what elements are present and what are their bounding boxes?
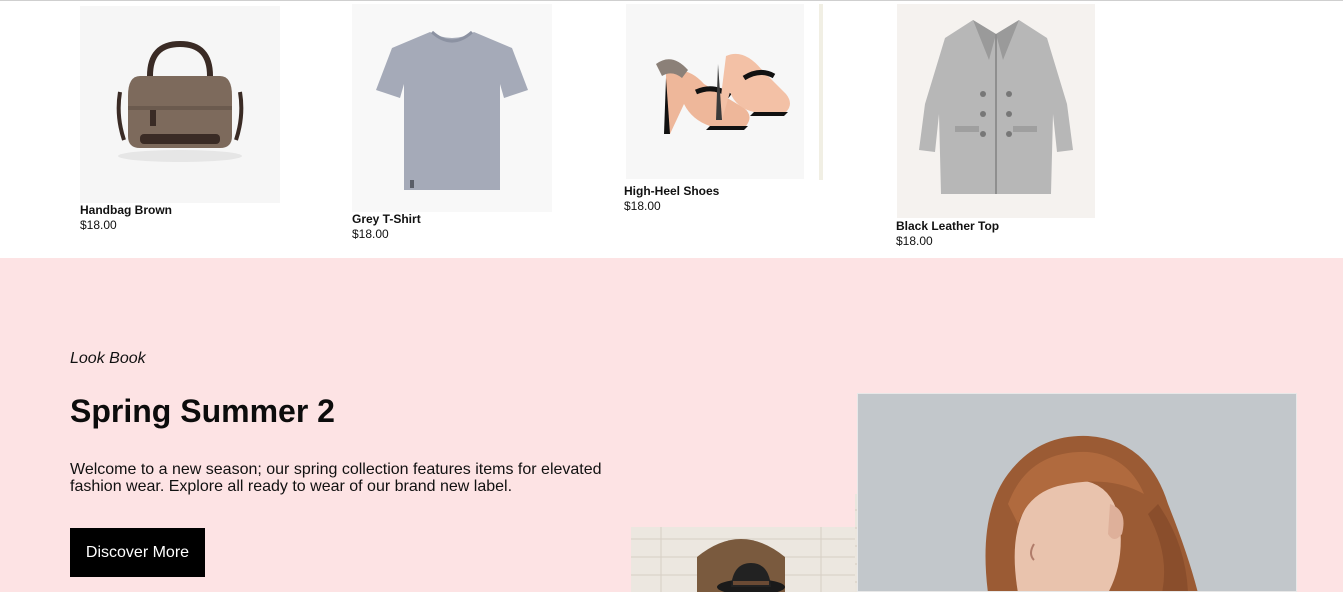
lookbook-photo-portrait — [857, 393, 1297, 592]
heels-image[interactable] — [626, 4, 804, 179]
coat-image[interactable] — [897, 4, 1095, 218]
product-card[interactable]: Grey T-Shirt $18.00 — [352, 4, 552, 244]
lookbook-title: Spring Summer 2 — [70, 393, 335, 429]
lookbook-kicker: Look Book — [70, 350, 146, 367]
product-price: $18.00 — [624, 199, 661, 213]
product-card[interactable]: High-Heel Shoes $18.00 — [624, 4, 824, 216]
lookbook-section: Look Book Spring Summer 2 Welcome to a n… — [0, 258, 1343, 592]
handbag-image[interactable] — [80, 6, 280, 203]
product-name[interactable]: Grey T-Shirt — [352, 212, 421, 226]
discover-more-button[interactable]: Discover More — [70, 528, 205, 577]
lookbook-photo-hat — [631, 527, 855, 592]
product-price: $18.00 — [352, 227, 389, 241]
product-card[interactable]: Handbag Brown $18.00 — [80, 6, 280, 236]
lookbook-description: Welcome to a new season; our spring coll… — [70, 461, 602, 495]
product-price: $18.00 — [896, 234, 933, 248]
product-name[interactable]: High-Heel Shoes — [624, 184, 719, 198]
product-name[interactable]: Handbag Brown — [80, 203, 172, 217]
tshirt-image[interactable] — [352, 4, 552, 212]
product-name[interactable]: Black Leather Top — [896, 219, 999, 233]
product-price: $18.00 — [80, 218, 117, 232]
product-row: Handbag Brown $18.00 Grey T-Shirt $18.00 — [0, 1, 1343, 258]
image-border-edge — [819, 4, 823, 180]
product-card[interactable]: Black Leather Top $18.00 — [896, 4, 1096, 249]
